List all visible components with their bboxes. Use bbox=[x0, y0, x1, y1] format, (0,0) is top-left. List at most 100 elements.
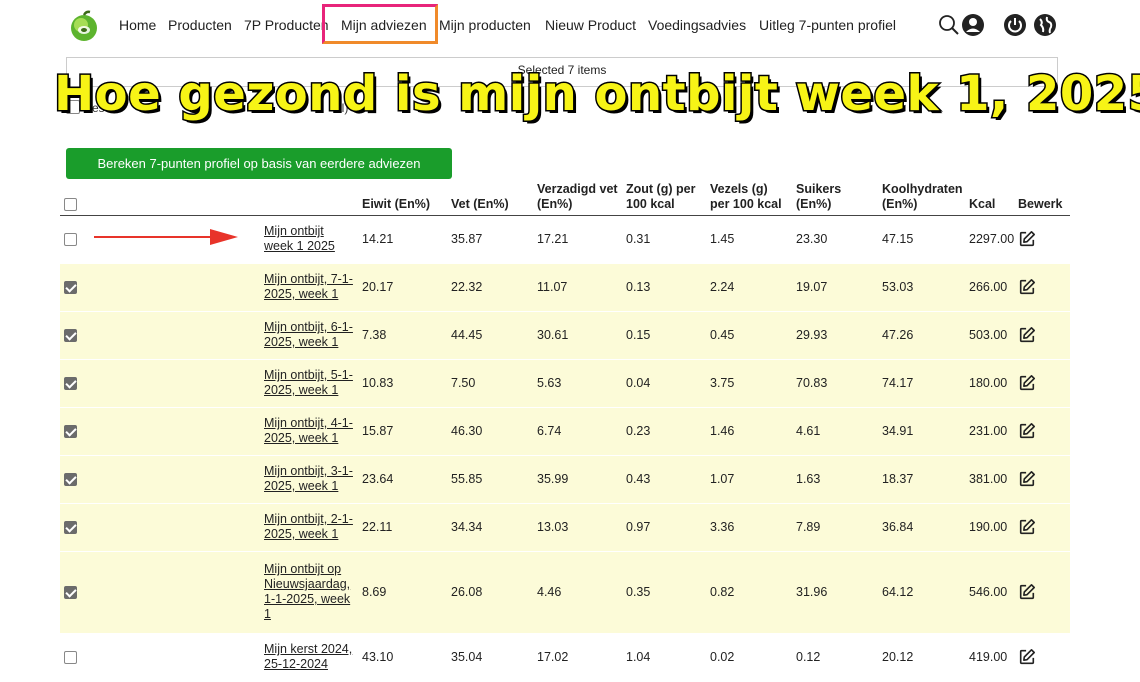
cell-koolhydraten: 53.03 bbox=[878, 263, 965, 312]
row-checkbox[interactable] bbox=[64, 520, 77, 534]
cell-zout: 0.15 bbox=[622, 311, 706, 360]
cell-suikers: 7.89 bbox=[792, 503, 878, 552]
cell-verzadigd: 17.21 bbox=[533, 215, 622, 264]
header-koolhydraten[interactable]: Koolhydraten (En%) bbox=[878, 177, 965, 216]
row-edit-cell bbox=[1014, 215, 1070, 264]
cell-vezels: 0.45 bbox=[706, 311, 792, 360]
nav-mijn-producten[interactable]: Mijn producten bbox=[439, 17, 531, 33]
header-name[interactable] bbox=[260, 177, 358, 216]
table-row: Mijn ontbijt, 5-1-2025, week 1 10.83 7.50 5… bbox=[60, 359, 1070, 408]
cell-suikers: 29.93 bbox=[792, 311, 878, 360]
row-name-cell: Mijn ontbijt, 6-1-2025, week 1 bbox=[260, 311, 358, 360]
row-checkbox[interactable] bbox=[64, 280, 77, 294]
calculate-7-punten-button[interactable]: Bereken 7-punten profiel op basis van ee… bbox=[66, 148, 452, 179]
edit-icon[interactable] bbox=[1018, 422, 1036, 440]
select-all-checkbox[interactable] bbox=[64, 197, 77, 211]
cell-vezels: 0.02 bbox=[706, 633, 792, 682]
nav-voedingsadvies[interactable]: Voedingsadvies bbox=[648, 17, 746, 33]
edit-icon[interactable] bbox=[1018, 648, 1036, 666]
row-checkbox[interactable] bbox=[64, 328, 77, 342]
row-checkbox[interactable] bbox=[64, 650, 77, 664]
nav-home[interactable]: Home bbox=[119, 17, 156, 33]
table-row: Mijn ontbijt, 2-1-2025, week 1 22.11 34.34… bbox=[60, 503, 1070, 552]
cell-suikers: 19.07 bbox=[792, 263, 878, 312]
overlay-title: Hoe gezond is mijn ontbijt week 1, 2025? bbox=[53, 65, 1140, 124]
advies-link[interactable]: Mijn ontbijt week 1 2025 bbox=[264, 224, 335, 253]
power-icon[interactable] bbox=[1003, 13, 1027, 37]
header-kcal[interactable]: Kcal bbox=[965, 177, 1014, 216]
cell-kcal: 546.00 bbox=[965, 551, 1014, 634]
advies-link[interactable]: Mijn ontbijt, 2-1-2025, week 1 bbox=[264, 512, 353, 541]
row-checkbox[interactable] bbox=[64, 424, 77, 438]
advies-link[interactable]: Mijn kerst 2024, 25-12-2024 bbox=[264, 642, 352, 671]
nav-uitleg-7-punten[interactable]: Uitleg 7-punten profiel bbox=[759, 17, 896, 33]
cell-vet: 44.45 bbox=[447, 311, 533, 360]
advies-link[interactable]: Mijn ontbijt, 6-1-2025, week 1 bbox=[264, 320, 353, 349]
cell-suikers: 4.61 bbox=[792, 407, 878, 456]
table-row: Mijn ontbijt, 6-1-2025, week 1 7.38 44.45 3… bbox=[60, 311, 1070, 360]
advies-link[interactable]: Mijn ontbijt op Nieuwsjaardag, 1-1-2025,… bbox=[264, 562, 350, 621]
row-checkbox[interactable] bbox=[64, 232, 77, 246]
advies-link[interactable]: Mijn ontbijt, 3-1-2025, week 1 bbox=[264, 464, 353, 493]
cell-kcal: 419.00 bbox=[965, 633, 1014, 682]
nav-7p-producten[interactable]: 7P Producten bbox=[244, 17, 329, 33]
row-select-cell bbox=[60, 263, 260, 312]
header-zout[interactable]: Zout (g) per 100 kcal bbox=[622, 177, 706, 216]
cell-vezels: 3.75 bbox=[706, 359, 792, 408]
cell-vet: 35.04 bbox=[447, 633, 533, 682]
cell-vezels: 1.46 bbox=[706, 407, 792, 456]
advies-link[interactable]: Mijn ontbijt, 7-1-2025, week 1 bbox=[264, 272, 353, 301]
cell-kcal: 381.00 bbox=[965, 455, 1014, 504]
row-edit-cell bbox=[1014, 311, 1070, 360]
cell-kcal: 231.00 bbox=[965, 407, 1014, 456]
edit-icon[interactable] bbox=[1018, 374, 1036, 392]
row-select-cell bbox=[60, 407, 260, 456]
cell-zout: 0.43 bbox=[622, 455, 706, 504]
cell-eiwit: 7.38 bbox=[358, 311, 447, 360]
cell-verzadigd: 13.03 bbox=[533, 503, 622, 552]
header-vet[interactable]: Vet (En%) bbox=[447, 177, 533, 216]
row-select-cell bbox=[60, 359, 260, 408]
advies-link[interactable]: Mijn ontbijt, 4-1-2025, week 1 bbox=[264, 416, 353, 445]
row-select-cell bbox=[60, 503, 260, 552]
edit-icon[interactable] bbox=[1018, 470, 1036, 488]
table-row: Mijn ontbijt, 3-1-2025, week 1 23.64 55.85… bbox=[60, 455, 1070, 504]
edit-icon[interactable] bbox=[1018, 583, 1036, 601]
edit-icon[interactable] bbox=[1018, 518, 1036, 536]
row-name-cell: Mijn ontbijt, 4-1-2025, week 1 bbox=[260, 407, 358, 456]
row-name-cell: Mijn ontbijt, 2-1-2025, week 1 bbox=[260, 503, 358, 552]
cell-zout: 0.23 bbox=[622, 407, 706, 456]
table-header-row: Eiwit (En%) Vet (En%) Verzadigd vet (En%… bbox=[60, 177, 1070, 216]
nav-producten[interactable]: Producten bbox=[168, 17, 232, 33]
cell-koolhydraten: 74.17 bbox=[878, 359, 965, 408]
user-icon[interactable] bbox=[961, 13, 985, 37]
edit-icon[interactable] bbox=[1018, 230, 1036, 248]
table-row: Mijn kerst 2024, 25-12-2024 43.10 35.04 17.… bbox=[60, 633, 1070, 682]
cell-koolhydraten: 36.84 bbox=[878, 503, 965, 552]
cell-koolhydraten: 34.91 bbox=[878, 407, 965, 456]
row-edit-cell bbox=[1014, 551, 1070, 634]
header-verzadigd-vet[interactable]: Verzadigd vet (En%) bbox=[533, 177, 622, 216]
header-eiwit[interactable]: Eiwit (En%) bbox=[358, 177, 447, 216]
nav-nieuw-product[interactable]: Nieuw Product bbox=[545, 17, 636, 33]
header-suikers[interactable]: Suikers (En%) bbox=[792, 177, 878, 216]
advies-link[interactable]: Mijn ontbijt, 5-1-2025, week 1 bbox=[264, 368, 353, 397]
globe-icon[interactable] bbox=[1033, 13, 1057, 37]
row-checkbox[interactable] bbox=[64, 472, 77, 486]
search-icon[interactable] bbox=[937, 13, 961, 37]
cell-vezels: 1.07 bbox=[706, 455, 792, 504]
cell-koolhydraten: 20.12 bbox=[878, 633, 965, 682]
row-checkbox[interactable] bbox=[64, 585, 77, 599]
header-vezels[interactable]: Vezels (g) per 100 kcal bbox=[706, 177, 792, 216]
cell-eiwit: 22.11 bbox=[358, 503, 447, 552]
cell-verzadigd: 17.02 bbox=[533, 633, 622, 682]
cell-vet: 35.87 bbox=[447, 215, 533, 264]
edit-icon[interactable] bbox=[1018, 326, 1036, 344]
cell-kcal: 266.00 bbox=[965, 263, 1014, 312]
row-select-cell bbox=[60, 455, 260, 504]
apple-logo-icon[interactable] bbox=[68, 10, 100, 42]
cell-vezels: 0.82 bbox=[706, 551, 792, 634]
row-checkbox[interactable] bbox=[64, 376, 77, 390]
edit-icon[interactable] bbox=[1018, 278, 1036, 296]
cell-zout: 0.04 bbox=[622, 359, 706, 408]
